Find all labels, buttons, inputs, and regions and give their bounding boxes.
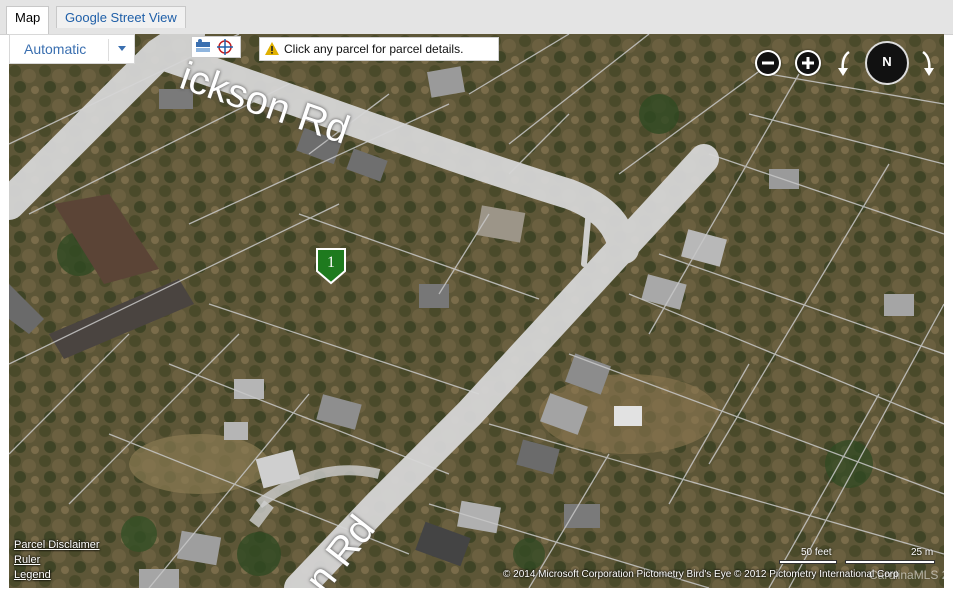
parcel-notice: Click any parcel for parcel details. <box>259 37 499 61</box>
map-mode-select[interactable]: Automatic <box>9 34 135 64</box>
ruler-link[interactable]: Ruler <box>14 553 100 568</box>
plus-icon <box>797 52 819 74</box>
tab-bar: Map Google Street View <box>0 0 953 35</box>
aerial-imagery <box>9 34 944 588</box>
legend-link[interactable]: Legend <box>14 568 100 583</box>
scale-meters-label: 25 m <box>911 547 934 558</box>
warning-icon <box>265 42 279 55</box>
tab-map[interactable]: Map <box>6 6 50 34</box>
map-mode-value: Automatic <box>24 41 87 57</box>
tool-icons <box>196 39 233 55</box>
select-divider <box>108 39 109 61</box>
zoom-in-button[interactable] <box>795 50 821 76</box>
scale-meters-bar <box>845 560 935 564</box>
marker-label: 1 <box>327 254 335 271</box>
rotate-right-icon[interactable] <box>917 50 937 78</box>
layers-icon[interactable] <box>196 39 210 52</box>
rotate-left-icon[interactable] <box>835 50 855 78</box>
aerial-map[interactable]: ickson Rd n Rd Automatic Click any parce… <box>9 34 944 588</box>
zoom-out-button[interactable] <box>755 50 781 76</box>
scale-feet-bar <box>779 560 837 564</box>
locate-icon[interactable] <box>217 39 233 55</box>
copyright-text: © 2014 Microsoft Corporation Pictometry … <box>503 569 899 580</box>
compass-control[interactable]: N <box>865 41 909 85</box>
notice-text: Click any parcel for parcel details. <box>284 42 464 56</box>
bottom-links: Parcel Disclaimer Ruler Legend <box>14 538 100 583</box>
parcel-disclaimer-link[interactable]: Parcel Disclaimer <box>14 538 100 553</box>
chevron-down-icon[interactable] <box>118 46 126 51</box>
tab-street-view[interactable]: Google Street View <box>56 6 186 28</box>
minus-icon <box>757 52 779 74</box>
parcel-marker[interactable]: 1 <box>315 247 347 290</box>
map-tools <box>191 36 241 58</box>
watermark: CarolinaMLS 2014 <box>869 568 944 582</box>
compass-north-label: N <box>882 54 892 69</box>
scale-feet-label: 50 feet <box>801 547 832 558</box>
